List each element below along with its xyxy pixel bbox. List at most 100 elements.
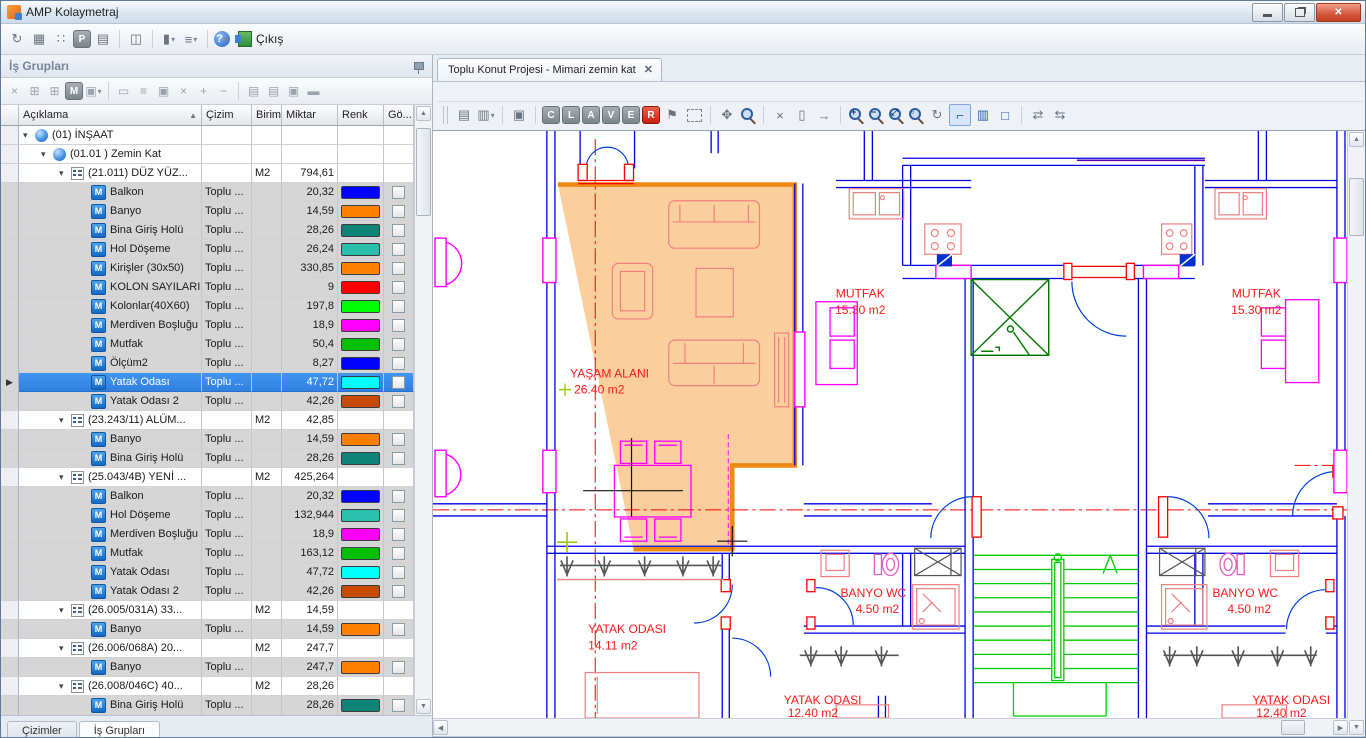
canvas-horizontal-scrollbar[interactable]: ◀ ▶ (433, 718, 1348, 736)
show-checkbox[interactable] (392, 490, 405, 503)
color-swatch[interactable] (341, 186, 380, 199)
show-checkbox[interactable] (392, 433, 405, 446)
copy-dropdown-icon[interactable]: ▣▾ (84, 82, 103, 101)
layer-a-button[interactable]: A (582, 106, 600, 124)
expand-icon[interactable]: ▾ (59, 605, 71, 616)
table-row[interactable]: ▾(26.008/046C) 40...M228,26 (1, 677, 414, 696)
show-checkbox[interactable] (392, 281, 405, 294)
table-row[interactable]: MBalkonToplu ...20,32 (1, 487, 414, 506)
show-checkbox[interactable] (392, 262, 405, 275)
pages-icon[interactable]: ▥ (973, 105, 993, 125)
scroll-down-icon[interactable]: ▼ (416, 699, 431, 714)
box-icon[interactable]: □ (995, 105, 1015, 125)
delete-icon[interactable]: × (770, 105, 790, 125)
chevron-down-icon[interactable]: ▾ (224, 35, 228, 44)
toolbar-grip[interactable] (443, 106, 448, 124)
find-icon[interactable] (739, 106, 757, 124)
forward-icon[interactable]: → (814, 105, 834, 125)
show-checkbox[interactable] (392, 452, 405, 465)
list-icon[interactable]: ≡ (134, 82, 153, 101)
table-row[interactable]: MMerdiven BoşluğuToplu ...18,9 (1, 316, 414, 335)
zoom-out-icon[interactable]: − (867, 106, 885, 124)
color-swatch[interactable] (341, 319, 380, 332)
org-chart-icon[interactable]: ∷ (51, 29, 71, 49)
table-row[interactable]: MYatak OdasıToplu ...47,72 (1, 563, 414, 582)
minimize-button[interactable] (1252, 3, 1283, 22)
column-header-indicator[interactable] (1, 105, 19, 125)
table-row[interactable]: ▾(25.043/4B) YENİ ...M2425,264 (1, 468, 414, 487)
color-swatch[interactable] (341, 395, 380, 408)
table-row[interactable]: MYatak Odası 2Toplu ...42,26 (1, 582, 414, 601)
color-swatch[interactable] (341, 338, 380, 351)
table-row[interactable]: ▾(26.005/031A) 33...M214,59 (1, 601, 414, 620)
show-checkbox[interactable] (392, 338, 405, 351)
expand-icon[interactable]: ▾ (41, 149, 53, 160)
document-tab[interactable]: Toplu Konut Projesi - Mimari zemin kat ✕ (437, 58, 662, 81)
show-checkbox[interactable] (392, 699, 405, 712)
duplicate-icon[interactable]: ▣ (154, 82, 173, 101)
table-row[interactable]: MÖlçüm2Toplu ...8,27 (1, 354, 414, 373)
table-row[interactable]: MBina Giriş HolüToplu ...28,26 (1, 221, 414, 240)
tab-çizimler[interactable]: Çizimler (7, 721, 77, 738)
book-icon[interactable]: ▮▾ (159, 29, 179, 49)
expand-icon[interactable]: ▾ (59, 168, 71, 179)
print-icon[interactable]: ▤ (244, 82, 263, 101)
color-swatch[interactable] (341, 224, 380, 237)
table-row[interactable]: MBanyoToplu ...14,59 (1, 202, 414, 221)
scroll-left-icon[interactable]: ◀ (433, 720, 448, 735)
show-checkbox[interactable] (392, 395, 405, 408)
color-swatch[interactable] (341, 376, 380, 389)
scrollbar-thumb[interactable] (416, 128, 431, 216)
column-header-miktar[interactable]: Miktar (282, 105, 338, 125)
grid-snap-button[interactable]: ⌐ (949, 104, 971, 126)
export-icon[interactable]: ▥▾ (476, 105, 496, 125)
expand-icon[interactable]: ▾ (59, 415, 71, 426)
layer-l-button[interactable]: L (562, 106, 580, 124)
chevron-down-icon[interactable]: ▾ (98, 87, 102, 96)
paste-icon[interactable]: ▬ (304, 82, 323, 101)
window-layout-icon[interactable]: ◫ (126, 29, 146, 49)
pan-icon[interactable]: ✥ (717, 105, 737, 125)
table-row[interactable]: MMutfakToplu ...163,12 (1, 544, 414, 563)
calculator-icon[interactable]: ▤ (93, 29, 113, 49)
table-row[interactable]: ▾(01) İNŞAAT (1, 126, 414, 145)
show-checkbox[interactable] (392, 224, 405, 237)
color-swatch[interactable] (341, 547, 380, 560)
column-header-renk[interactable]: Renk (338, 105, 384, 125)
list-settings-icon[interactable]: ≡▾ (181, 29, 201, 49)
table-row[interactable]: MKOLON SAYILARIToplu ...9 (1, 278, 414, 297)
scrollbar-thumb[interactable] (1349, 178, 1364, 236)
sync-icon[interactable]: ⇄ (1028, 105, 1048, 125)
remove-icon[interactable]: × (174, 82, 193, 101)
pin-icon[interactable] (414, 62, 424, 70)
layer-r-button[interactable]: R (642, 106, 660, 124)
layer-c-button[interactable]: C (542, 106, 560, 124)
table-row[interactable]: MMerdiven BoşluğuToplu ...18,9 (1, 525, 414, 544)
expand-icon[interactable]: ▾ (23, 130, 35, 141)
copy-drawing-icon[interactable]: ▣ (509, 105, 529, 125)
show-checkbox[interactable] (392, 300, 405, 313)
parameters-icon[interactable]: P (73, 30, 91, 48)
select-rect-icon[interactable] (684, 105, 704, 125)
color-swatch[interactable] (341, 262, 380, 275)
flag-icon[interactable]: ⚑ (662, 105, 682, 125)
table-row[interactable]: MMutfakToplu ...50,4 (1, 335, 414, 354)
chevron-down-icon[interactable]: ▾ (193, 35, 197, 44)
zoom-in-icon[interactable]: + (847, 106, 865, 124)
show-checkbox[interactable] (392, 376, 405, 389)
floorplan-canvas[interactable]: YAŞAM ALANI 26.40 m2 MUTFAK 15.30 m2 MUT… (433, 131, 1348, 718)
table-row[interactable]: MHol DöşemeToplu ...132,944 (1, 506, 414, 525)
tab-i-ş-grupları[interactable]: İş Grupları (79, 721, 160, 738)
layer-v-button[interactable]: V (602, 106, 620, 124)
copy-icon[interactable]: ▣ (284, 82, 303, 101)
add-icon[interactable]: + (194, 82, 213, 101)
scroll-right-icon[interactable]: ▶ (1333, 720, 1348, 735)
page-icon[interactable]: ▯ (792, 105, 812, 125)
scroll-up-icon[interactable]: ▲ (1349, 132, 1364, 147)
show-checkbox[interactable] (392, 623, 405, 636)
table-row[interactable]: MBalkonToplu ...20,32 (1, 183, 414, 202)
expand-icon[interactable]: ▾ (59, 643, 71, 654)
table-row[interactable]: MBina Giriş HolüToplu ...28,26 (1, 449, 414, 468)
chevron-down-icon[interactable]: ▾ (171, 35, 175, 44)
color-swatch[interactable] (341, 566, 380, 579)
